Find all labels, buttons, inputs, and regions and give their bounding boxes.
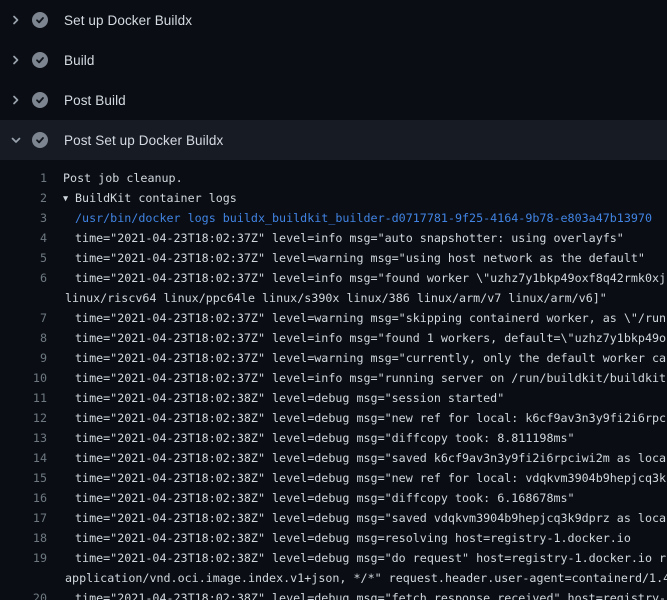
log-text: time="2021-04-23T18:02:37Z" level=warnin…	[75, 248, 667, 268]
log-line: 6 time="2021-04-23T18:02:37Z" level=info …	[0, 268, 667, 288]
step-label: Post Set up Docker Buildx	[64, 133, 223, 148]
line-number-link[interactable]: 2	[0, 188, 47, 208]
log-line: 11 time="2021-04-23T18:02:38Z" level=debu…	[0, 388, 667, 408]
log-line: 7 time="2021-04-23T18:02:37Z" level=warni…	[0, 308, 667, 328]
step-row-set-up-docker-buildx[interactable]: Set up Docker Buildx	[0, 0, 667, 40]
check-circle-icon	[32, 12, 48, 28]
log-text: time="2021-04-23T18:02:38Z" level=debug …	[75, 388, 667, 408]
log-line: 18 time="2021-04-23T18:02:38Z" level=debu…	[0, 528, 667, 548]
log-line: 19 time="2021-04-23T18:02:38Z" level=debu…	[0, 548, 667, 568]
log-text: time="2021-04-23T18:02:38Z" level=debug …	[75, 508, 667, 528]
log-line: 20 time="2021-04-23T18:02:38Z" level=debu…	[0, 588, 667, 600]
line-number-link[interactable]: 5	[0, 248, 47, 268]
check-circle-icon	[32, 52, 48, 68]
step-row-build[interactable]: Build	[0, 40, 667, 80]
line-number-link[interactable]: 15	[0, 468, 47, 488]
line-number-link[interactable]: 17	[0, 508, 47, 528]
log-line: 12 time="2021-04-23T18:02:38Z" level=debu…	[0, 408, 667, 428]
log-text: Post job cleanup.	[63, 168, 667, 188]
job-steps-list: Set up Docker Buildx Build Post Build Post …	[0, 0, 667, 160]
log-line: 3/usr/bin/docker logs buildx_buildkit_bu…	[0, 208, 667, 228]
line-number-link[interactable]: 12	[0, 408, 47, 428]
log-text: time="2021-04-23T18:02:38Z" level=debug …	[75, 448, 667, 468]
chevron-right-icon	[8, 12, 24, 28]
line-number-link[interactable]: 14	[0, 448, 47, 468]
step-label: Build	[64, 53, 95, 68]
log-line: 16 time="2021-04-23T18:02:38Z" level=debu…	[0, 488, 667, 508]
line-number-link[interactable]: 13	[0, 428, 47, 448]
log-line: 10 time="2021-04-23T18:02:37Z" level=info…	[0, 368, 667, 388]
line-number-link[interactable]: 10	[0, 368, 47, 388]
log-line: 14 time="2021-04-23T18:02:38Z" level=debu…	[0, 448, 667, 468]
log-line: 1 Post job cleanup.	[0, 168, 667, 188]
line-number-link[interactable]: 19	[0, 548, 47, 568]
log-text: time="2021-04-23T18:02:38Z" level=debug …	[75, 428, 667, 448]
check-circle-icon	[32, 92, 48, 108]
chevron-right-icon	[8, 92, 24, 108]
log-command-text: /usr/bin/docker logs buildx_buildkit_bui…	[75, 208, 667, 228]
line-number-link[interactable]: 8	[0, 328, 47, 348]
line-number-link[interactable]: 16	[0, 488, 47, 508]
log-text: time="2021-04-23T18:02:37Z" level=warnin…	[75, 348, 667, 368]
log-group-label: BuildKit container logs	[75, 191, 237, 205]
log-text: time="2021-04-23T18:02:37Z" level=info m…	[75, 368, 667, 388]
step-row-post-set-up-docker-buildx[interactable]: Post Set up Docker Buildx	[0, 120, 667, 160]
log-text: application/vnd.oci.image.index.v1+json,…	[65, 568, 667, 588]
line-number-link[interactable]: 1	[0, 168, 47, 188]
line-number-link[interactable]: 4	[0, 228, 47, 248]
log-line: 4 time="2021-04-23T18:02:37Z" level=info …	[0, 228, 667, 248]
log-text: time="2021-04-23T18:02:38Z" level=debug …	[75, 408, 667, 428]
log-line: linux/riscv64 linux/ppc64le linux/s390x …	[0, 288, 667, 308]
log-text: linux/riscv64 linux/ppc64le linux/s390x …	[65, 288, 667, 308]
chevron-down-icon	[8, 132, 24, 148]
log-text: time="2021-04-23T18:02:38Z" level=debug …	[75, 588, 667, 600]
log-text: time="2021-04-23T18:02:37Z" level=info m…	[75, 328, 667, 348]
chevron-right-icon	[8, 52, 24, 68]
line-number-link[interactable]: 9	[0, 348, 47, 368]
step-log-area: 1 Post job cleanup. 2 ▼BuildKit container l…	[0, 160, 667, 600]
line-number-link[interactable]: 18	[0, 528, 47, 548]
log-line: application/vnd.oci.image.index.v1+json,…	[0, 568, 667, 588]
log-text: time="2021-04-23T18:02:37Z" level=info m…	[75, 228, 667, 248]
group-collapse-triangle-down-icon[interactable]: ▼	[63, 189, 75, 209]
log-line: 8 time="2021-04-23T18:02:37Z" level=info …	[0, 328, 667, 348]
step-label: Post Build	[64, 93, 126, 108]
log-text: time="2021-04-23T18:02:38Z" level=debug …	[75, 468, 667, 488]
step-label: Set up Docker Buildx	[64, 13, 192, 28]
log-line: 13 time="2021-04-23T18:02:38Z" level=debu…	[0, 428, 667, 448]
check-circle-icon	[32, 132, 48, 148]
log-text: time="2021-04-23T18:02:38Z" level=debug …	[75, 528, 667, 548]
log-text: time="2021-04-23T18:02:38Z" level=debug …	[75, 488, 667, 508]
line-number-link[interactable]: 3	[0, 208, 47, 228]
line-number-link[interactable]: 11	[0, 388, 47, 408]
log-line: 5 time="2021-04-23T18:02:37Z" level=warni…	[0, 248, 667, 268]
log-text: time="2021-04-23T18:02:37Z" level=warnin…	[75, 308, 667, 328]
log-line: 9 time="2021-04-23T18:02:37Z" level=warni…	[0, 348, 667, 368]
log-text: time="2021-04-23T18:02:38Z" level=debug …	[75, 548, 667, 568]
log-line: 17 time="2021-04-23T18:02:38Z" level=debu…	[0, 508, 667, 528]
step-row-post-build[interactable]: Post Build	[0, 80, 667, 120]
log-line: 15 time="2021-04-23T18:02:38Z" level=debu…	[0, 468, 667, 488]
log-text: time="2021-04-23T18:02:37Z" level=info m…	[75, 268, 667, 288]
line-number-link[interactable]: 20	[0, 588, 47, 600]
line-number-link[interactable]: 7	[0, 308, 47, 328]
line-number-link[interactable]: 6	[0, 268, 47, 288]
log-group-text: ▼BuildKit container logs	[63, 188, 667, 209]
log-group-header-line[interactable]: 2 ▼BuildKit container logs	[0, 188, 667, 208]
